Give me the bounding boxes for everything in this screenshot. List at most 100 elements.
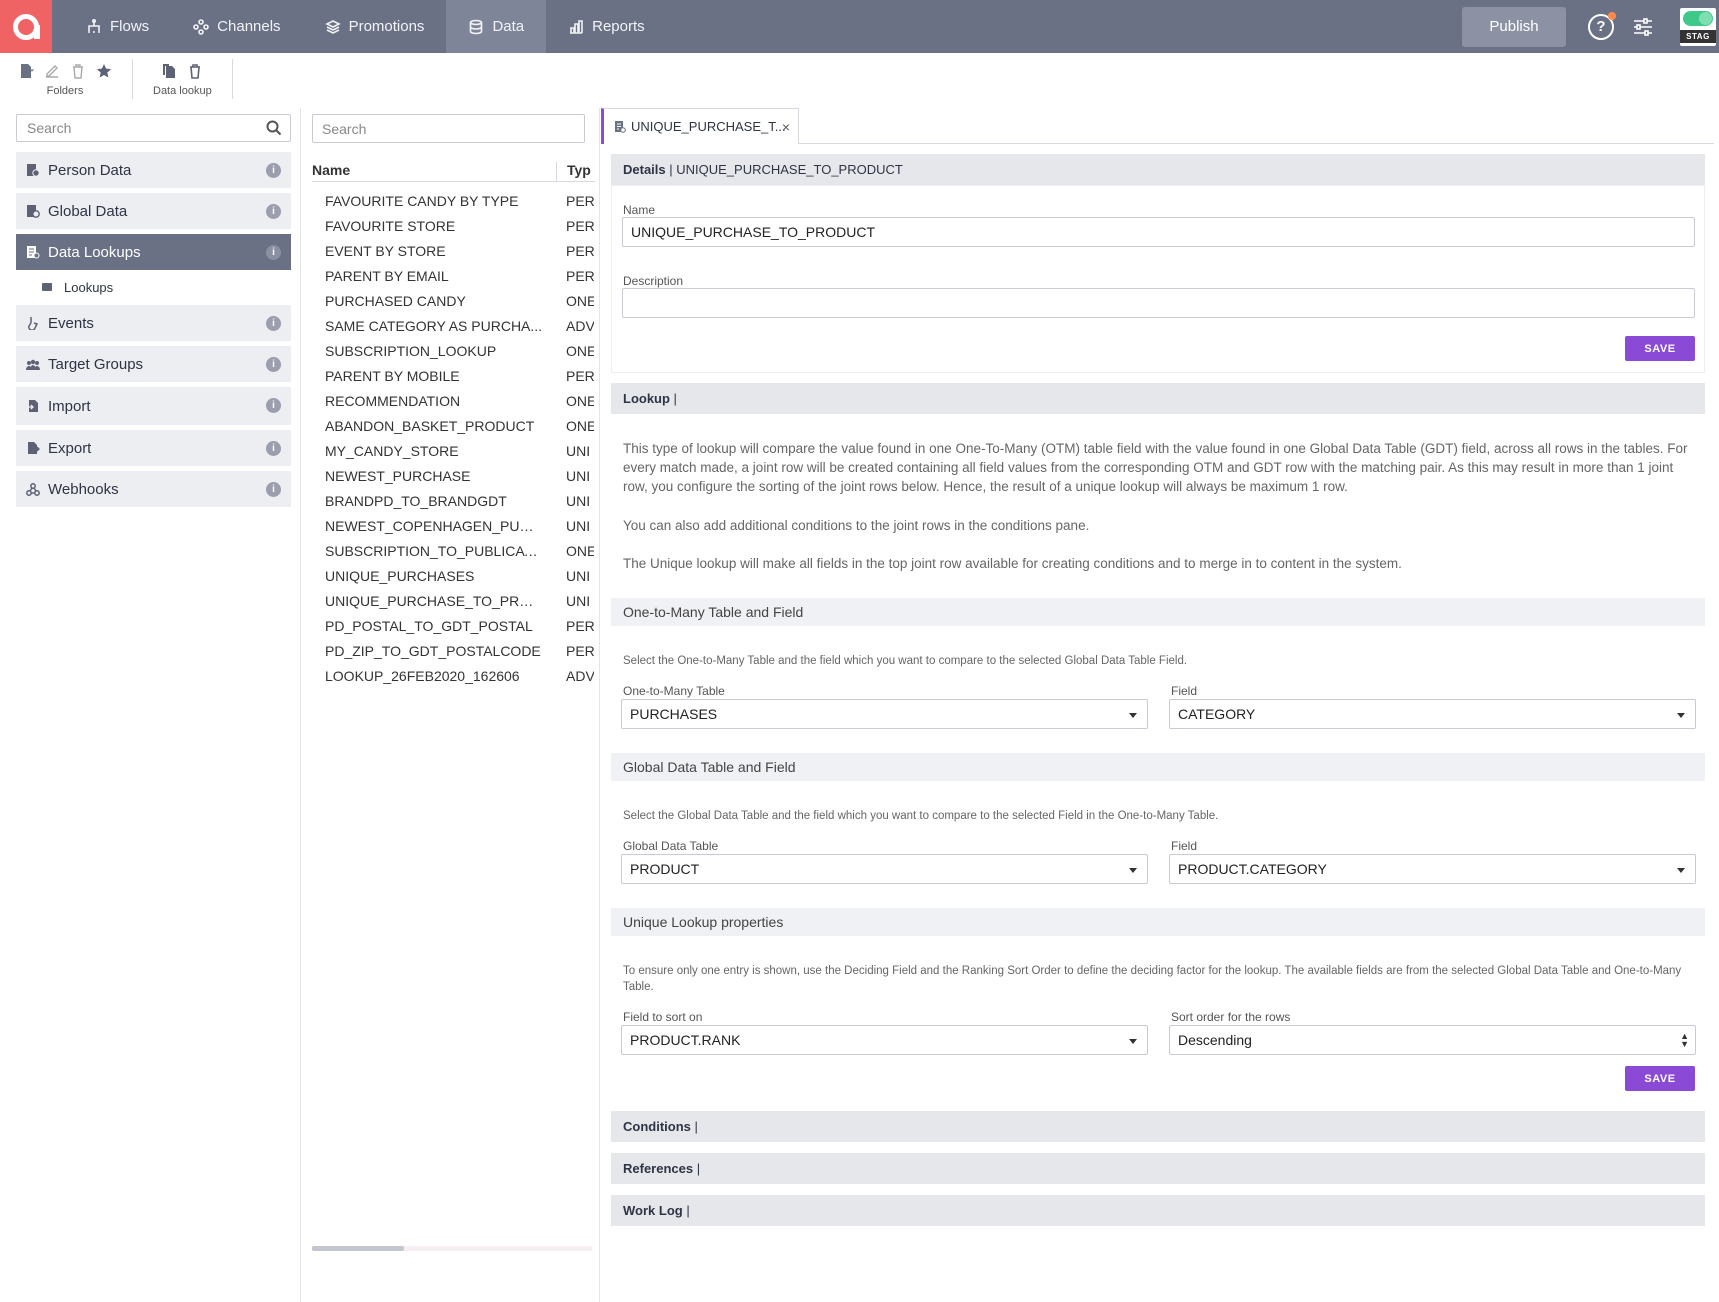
- column-header-type[interactable]: Typ: [556, 162, 596, 182]
- otm-field-select[interactable]: CATEGORY: [1169, 699, 1696, 729]
- list-item[interactable]: ABANDON_BASKET_PRODUCT ONE: [325, 413, 595, 438]
- search-icon[interactable]: [266, 120, 282, 136]
- save-lookup-button[interactable]: SAVE: [1625, 1066, 1695, 1091]
- list-item[interactable]: SUBSCRIPTION_TO_PUBLICATI... ONE: [325, 538, 595, 563]
- unique-section-title: Unique Lookup properties: [623, 914, 784, 930]
- list-item[interactable]: BRANDPD_TO_BRANDGDT UNI: [325, 488, 595, 513]
- worklog-section-header[interactable]: Work Log |: [611, 1195, 1705, 1226]
- conditions-section-header[interactable]: Conditions |: [611, 1111, 1705, 1142]
- list-item[interactable]: EVENT BY STORE PER: [325, 238, 595, 263]
- new-file-icon[interactable]: [18, 63, 34, 79]
- sort-field-select[interactable]: PRODUCT.RANK: [621, 1025, 1148, 1055]
- nav-channels[interactable]: Channels: [171, 0, 302, 53]
- copy-icon[interactable]: [161, 63, 177, 79]
- scrollbar-thumb[interactable]: [312, 1246, 404, 1251]
- details-section-header[interactable]: Details | UNIQUE_PURCHASE_TO_PRODUCT: [611, 154, 1705, 185]
- list-item[interactable]: UNIQUE_PURCHASES UNI: [325, 563, 595, 588]
- info-icon[interactable]: i: [266, 316, 281, 331]
- info-icon[interactable]: i: [266, 482, 281, 497]
- list-item[interactable]: PURCHASED CANDY ONE: [325, 288, 595, 313]
- folders-label: Folders: [46, 85, 84, 97]
- settings-sliders-icon[interactable]: [1632, 16, 1654, 38]
- info-icon[interactable]: i: [266, 245, 281, 260]
- tab-unique-purchase-to-product[interactable]: UNIQUE_PURCHASE_T... ×: [601, 108, 799, 144]
- list-item[interactable]: FAVOURITE STORE PER: [325, 213, 595, 238]
- folder-icon: [42, 283, 52, 291]
- list-item[interactable]: LOOKUP_26FEB2020_162606 ADV: [325, 663, 595, 688]
- edit-icon[interactable]: [44, 63, 60, 79]
- list-item-name: LOOKUP_26FEB2020_162606: [325, 667, 520, 684]
- list-item-name: FAVOURITE CANDY BY TYPE: [325, 192, 519, 209]
- info-icon[interactable]: i: [266, 441, 281, 456]
- gdt-field-label: Field: [1171, 839, 1198, 853]
- info-icon[interactable]: i: [266, 398, 281, 413]
- folders-group: Folders: [0, 59, 133, 99]
- close-tab-icon[interactable]: ×: [782, 119, 790, 135]
- list-item-name: UNIQUE_PURCHASES: [325, 567, 475, 584]
- list-item[interactable]: PARENT BY MOBILE PER: [325, 363, 595, 388]
- nav-reports[interactable]: Reports: [546, 0, 667, 53]
- details-separator: |: [665, 162, 677, 177]
- list-item[interactable]: PD_POSTAL_TO_GDT_POSTAL PER: [325, 613, 595, 638]
- gdt-field-select[interactable]: PRODUCT.CATEGORY: [1169, 854, 1696, 884]
- info-icon[interactable]: i: [266, 163, 281, 178]
- sidebar-item-data-lookups[interactable]: Data Lookups i: [16, 234, 291, 270]
- list-item[interactable]: UNIQUE_PURCHASE_TO_PROD... UNI: [325, 588, 595, 613]
- sidebar-item-target-groups[interactable]: Target Groups i: [16, 346, 291, 382]
- gdt-section-title: Global Data Table and Field: [623, 759, 796, 775]
- list-item[interactable]: RECOMMENDATION ONE: [325, 388, 595, 413]
- name-input[interactable]: UNIQUE_PURCHASE_TO_PRODUCT: [622, 217, 1695, 247]
- nav-promotions[interactable]: Promotions: [303, 0, 447, 53]
- sidebar-item-global-data[interactable]: Global Data i: [16, 193, 291, 229]
- save-details-button[interactable]: SAVE: [1625, 336, 1695, 361]
- sidebar-search-input[interactable]: Search: [16, 114, 291, 142]
- list-item-name: BRANDPD_TO_BRANDGDT: [325, 492, 507, 509]
- sidebar-item-person-data[interactable]: Person Data i: [16, 152, 291, 188]
- star-icon[interactable]: [96, 63, 112, 79]
- sort-field-label: Field to sort on: [623, 1010, 703, 1024]
- trash-icon[interactable]: [187, 63, 203, 79]
- otm-field-value: CATEGORY: [1178, 706, 1256, 722]
- column-header-name[interactable]: Name: [312, 162, 350, 178]
- nav-flows[interactable]: Flows: [64, 0, 171, 53]
- delete-icon[interactable]: [70, 63, 86, 79]
- otm-table-select[interactable]: PURCHASES: [621, 699, 1148, 729]
- sidebar-item-webhooks[interactable]: Webhooks i: [16, 471, 291, 507]
- horizontal-scrollbar[interactable]: [312, 1246, 592, 1251]
- worklog-title: Work Log: [623, 1203, 683, 1218]
- list-item[interactable]: PARENT BY EMAIL PER: [325, 263, 595, 288]
- list-item[interactable]: MY_CANDY_STORE UNI: [325, 438, 595, 463]
- sidebar-item-label: Global Data: [48, 202, 128, 220]
- help-icon[interactable]: ?: [1588, 11, 1616, 40]
- list-item[interactable]: PD_ZIP_TO_GDT_POSTALCODE PER: [325, 638, 595, 663]
- environment-badge[interactable]: STAG: [1680, 7, 1716, 46]
- name-field-label: Name: [623, 203, 656, 217]
- list-item[interactable]: NEWEST_PURCHASE UNI: [325, 463, 595, 488]
- chevron-down-icon: [1677, 868, 1685, 873]
- sidebar-subitem-lookups[interactable]: Lookups: [16, 272, 291, 302]
- sort-order-select[interactable]: Descending ▲ ▼: [1169, 1025, 1696, 1055]
- database-icon: [470, 19, 483, 34]
- info-icon[interactable]: i: [266, 204, 281, 219]
- app-logo[interactable]: [0, 0, 52, 53]
- sidebar-item-import[interactable]: Import i: [16, 387, 291, 425]
- nav-promotions-label: Promotions: [348, 18, 425, 35]
- publish-button[interactable]: Publish: [1462, 6, 1566, 47]
- lookup-section-header[interactable]: Lookup |: [611, 383, 1705, 414]
- nav-data[interactable]: Data: [446, 0, 547, 53]
- list-item[interactable]: SAME CATEGORY AS PURCHA... ADV: [325, 313, 595, 338]
- info-icon[interactable]: i: [266, 357, 281, 372]
- sidebar-item-events[interactable]: Events i: [16, 305, 291, 341]
- list-item[interactable]: FAVOURITE CANDY BY TYPE PER: [325, 188, 595, 213]
- references-section-header[interactable]: References |: [611, 1153, 1705, 1184]
- list-item[interactable]: NEWEST_COPENHAGEN_PURC... UNI: [325, 513, 595, 538]
- sidebar-item-export[interactable]: Export i: [16, 430, 291, 466]
- gdt-section-header: Global Data Table and Field: [611, 753, 1705, 781]
- description-input[interactable]: [622, 288, 1695, 318]
- sidebar-item-label: Import: [48, 397, 91, 415]
- list-item[interactable]: SUBSCRIPTION_LOOKUP ONE: [325, 338, 595, 363]
- otm-help-text: Select the One-to-Many Table and the fie…: [623, 655, 1188, 667]
- list-search-input[interactable]: Search: [312, 114, 585, 143]
- sidebar-item-label: Webhooks: [48, 480, 119, 498]
- gdt-table-select[interactable]: PRODUCT: [621, 854, 1148, 884]
